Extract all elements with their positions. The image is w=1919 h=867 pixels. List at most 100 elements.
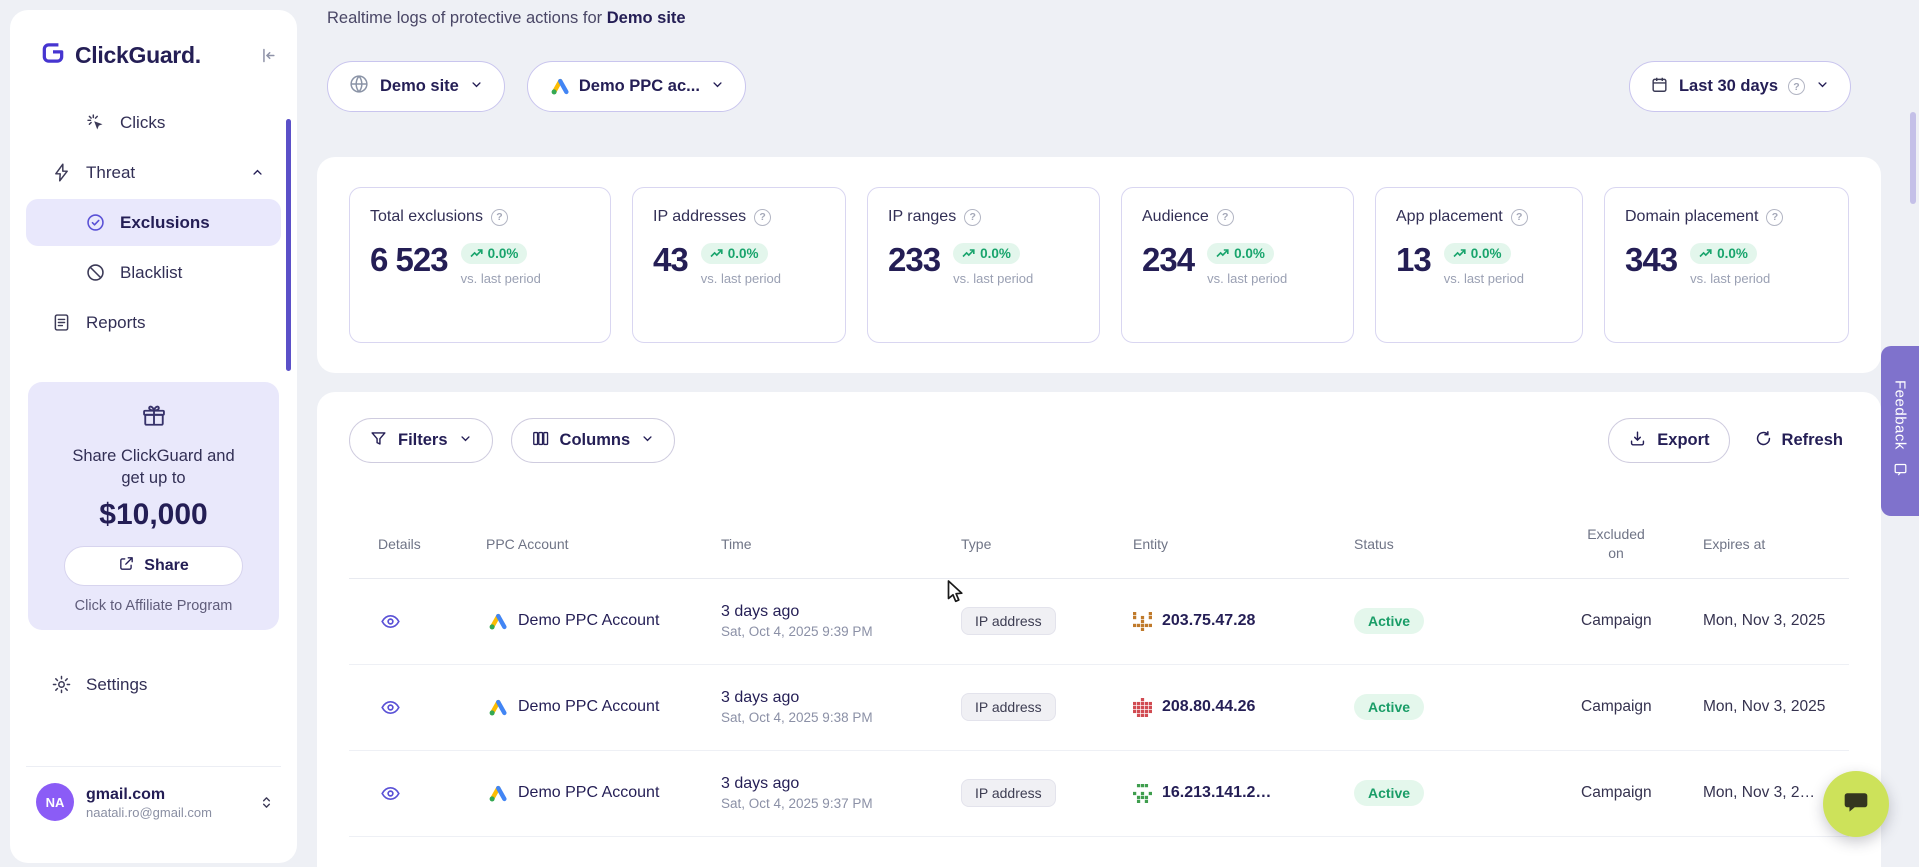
refresh-button[interactable]: Refresh — [1748, 429, 1849, 453]
sidebar-item-blacklist[interactable]: Blacklist — [26, 249, 281, 296]
sidebar-item-threat[interactable]: Threat — [26, 149, 281, 196]
row-status-badge: Active — [1354, 694, 1424, 720]
stat-value: 234 — [1142, 243, 1194, 278]
user-email: naatali.ro@gmail.com — [86, 805, 212, 820]
trend-up-icon — [962, 248, 975, 259]
sidebar-scrollbar[interactable] — [286, 119, 291, 371]
row-type-badge: IP address — [961, 693, 1056, 721]
subtitle-site-name: Demo site — [607, 9, 686, 27]
trend-value: 0.0% — [1471, 246, 1502, 261]
trend-up-icon — [470, 248, 483, 259]
help-icon[interactable]: ? — [491, 209, 508, 226]
help-icon[interactable]: ? — [1788, 78, 1805, 95]
filters-label: Filters — [398, 431, 448, 450]
column-header: Time — [721, 536, 961, 552]
stat-card: App placement ? 13 0.0% vs. last period — [1375, 187, 1583, 343]
site-selector-dropdown[interactable]: Demo site — [327, 61, 505, 112]
filters-dropdown-button[interactable]: Filters — [349, 418, 493, 463]
sidebar-item-exclusions[interactable]: Exclusions — [26, 199, 281, 246]
row-entity: 203.75.47.28 — [1162, 612, 1255, 630]
click-cursor-icon — [84, 112, 106, 134]
refresh-label: Refresh — [1782, 431, 1843, 450]
sidebar-nav: Clicks Threat Exclusions — [10, 99, 297, 346]
row-expires-at: Mon, Nov 3, 2025 — [1703, 612, 1849, 630]
stat-value: 343 — [1625, 243, 1677, 278]
entity-identicon — [1133, 612, 1152, 631]
stat-label: Total exclusions — [370, 208, 483, 226]
google-ads-icon — [548, 76, 569, 97]
google-ads-icon — [486, 697, 507, 718]
trend-value: 0.0% — [1234, 246, 1265, 261]
trend-caption: vs. last period — [461, 271, 541, 286]
sidebar-item-label: Blacklist — [120, 263, 182, 283]
row-excluded-on: Campaign — [1581, 612, 1703, 630]
chevron-down-icon — [469, 77, 484, 97]
stat-value: 6 523 — [370, 243, 448, 278]
stats-panel: Total exclusions ? 6 523 0.0% vs. last p… — [317, 157, 1881, 373]
sidebar-item-reports[interactable]: Reports — [26, 299, 281, 346]
stat-card: Total exclusions ? 6 523 0.0% vs. last p… — [349, 187, 611, 343]
row-expires-at: Mon, Nov 3, 2025 — [1703, 698, 1849, 716]
stat-card: Domain placement ? 343 0.0% vs. last per… — [1604, 187, 1849, 343]
sidebar-item-label: Reports — [86, 313, 146, 333]
settings-label: Settings — [86, 675, 147, 695]
help-icon[interactable]: ? — [964, 209, 981, 226]
row-excluded-on: Campaign — [1581, 698, 1703, 716]
brand-name: ClickGuard. — [75, 42, 201, 69]
stat-value: 13 — [1396, 243, 1431, 278]
trend-badge: 0.0% — [461, 243, 528, 264]
share-button-label: Share — [144, 557, 188, 575]
row-excluded-on: Campaign — [1581, 784, 1703, 802]
google-ads-icon — [486, 611, 507, 632]
feedback-tab[interactable]: Feedback — [1881, 346, 1919, 516]
trend-up-icon — [1216, 248, 1229, 259]
stat-label: IP addresses — [653, 208, 746, 226]
help-icon[interactable]: ? — [1217, 209, 1234, 226]
date-range-value: Last 30 days — [1679, 77, 1778, 96]
column-header: Type — [961, 536, 1133, 552]
affiliate-program-link[interactable]: Click to Affiliate Program — [42, 598, 265, 614]
ppc-account-selector-value: Demo PPC ac... — [579, 77, 700, 96]
share-button[interactable]: Share — [64, 546, 243, 586]
ppc-account-selector-dropdown[interactable]: Demo PPC ac... — [527, 61, 746, 112]
page-scrollbar[interactable] — [1910, 112, 1916, 204]
row-type-badge: IP address — [961, 779, 1056, 807]
stat-label: App placement — [1396, 208, 1503, 226]
stat-label: Domain placement — [1625, 208, 1758, 226]
stat-value: 233 — [888, 243, 940, 278]
chevron-down-icon — [710, 77, 725, 97]
stat-label: Audience — [1142, 208, 1209, 226]
sidebar-item-clicks[interactable]: Clicks — [26, 99, 281, 146]
stat-card: IP ranges ? 233 0.0% vs. last period — [867, 187, 1100, 343]
google-ads-icon — [486, 783, 507, 804]
columns-label: Columns — [560, 431, 631, 450]
column-header: Entity — [1133, 536, 1354, 552]
row-status-badge: Active — [1354, 608, 1424, 634]
user-menu[interactable]: NA gmail.com naatali.ro@gmail.com — [26, 766, 281, 821]
sidebar-item-settings[interactable]: Settings — [50, 674, 297, 696]
trend-caption: vs. last period — [701, 271, 781, 286]
feedback-icon — [1893, 462, 1908, 482]
columns-dropdown-button[interactable]: Columns — [511, 418, 676, 463]
trend-caption: vs. last period — [1444, 271, 1524, 286]
column-header: Expires at — [1703, 536, 1849, 552]
help-icon[interactable]: ? — [1511, 209, 1528, 226]
chat-widget-button[interactable] — [1823, 771, 1889, 837]
view-details-eye-button[interactable] — [380, 781, 404, 805]
help-icon[interactable]: ? — [1766, 209, 1783, 226]
stat-card: Audience ? 234 0.0% vs. last period — [1121, 187, 1354, 343]
date-range-dropdown[interactable]: Last 30 days ? — [1629, 61, 1851, 112]
collapse-sidebar-button[interactable] — [258, 46, 277, 65]
exclusions-table-panel: Filters Columns Export — [317, 392, 1881, 867]
view-details-eye-button[interactable] — [380, 609, 404, 633]
export-button[interactable]: Export — [1608, 418, 1729, 463]
page-subtitle: Realtime logs of protective actions for … — [327, 9, 686, 28]
ban-icon — [84, 262, 106, 284]
view-details-eye-button[interactable] — [380, 695, 404, 719]
avatar: NA — [36, 783, 74, 821]
row-entity: 16.213.141.2… — [1162, 784, 1271, 802]
help-icon[interactable]: ? — [754, 209, 771, 226]
trend-badge: 0.0% — [1690, 243, 1757, 264]
stat-card: IP addresses ? 43 0.0% vs. last period — [632, 187, 846, 343]
row-account: Demo PPC Account — [518, 612, 659, 630]
